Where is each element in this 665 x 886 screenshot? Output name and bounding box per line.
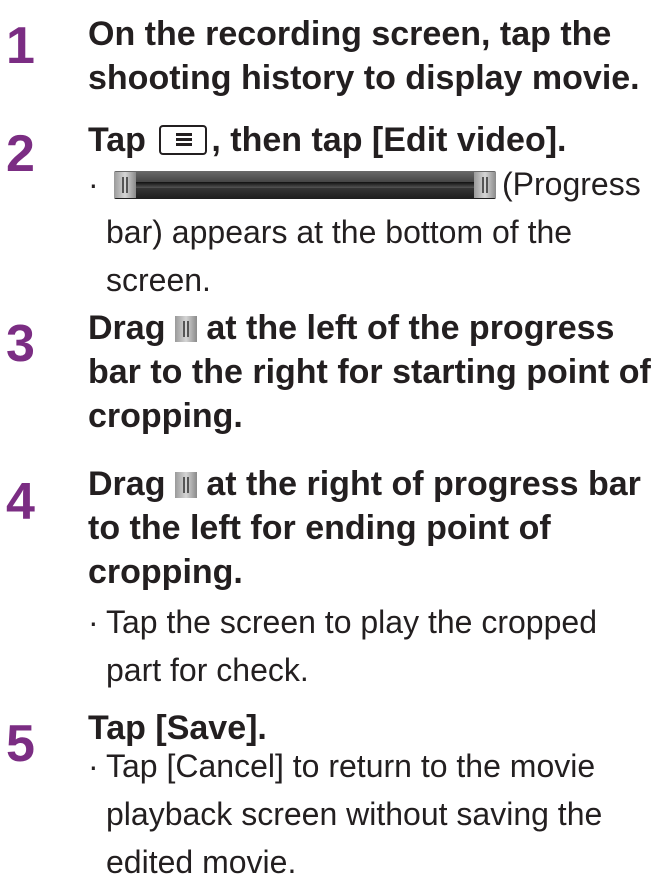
step-number: 1 [6, 17, 35, 75]
menu-icon [159, 125, 208, 155]
step-note: · Tap [Cancel] to return to the movie pla… [88, 748, 603, 880]
step-note: · Tap the screen to play the cropped part… [88, 604, 597, 688]
step-note: · (Progress bar) appears at the bottom of… [88, 166, 641, 298]
step-heading: Drag at the right of progress bar to the… [88, 465, 641, 591]
handle-icon [174, 472, 197, 498]
step-heading: Tap , then tap [Edit video]. [88, 121, 567, 159]
step-heading: Drag at the left of the progress bar to … [88, 309, 651, 435]
handle-icon [174, 316, 197, 342]
step-heading: On the recording screen, tap the shootin… [88, 15, 640, 97]
progress-bar-icon [114, 171, 496, 199]
step-number: 3 [6, 315, 35, 373]
step-number: 4 [6, 473, 35, 531]
step-number: 2 [6, 125, 35, 183]
step-number: 5 [6, 715, 35, 773]
